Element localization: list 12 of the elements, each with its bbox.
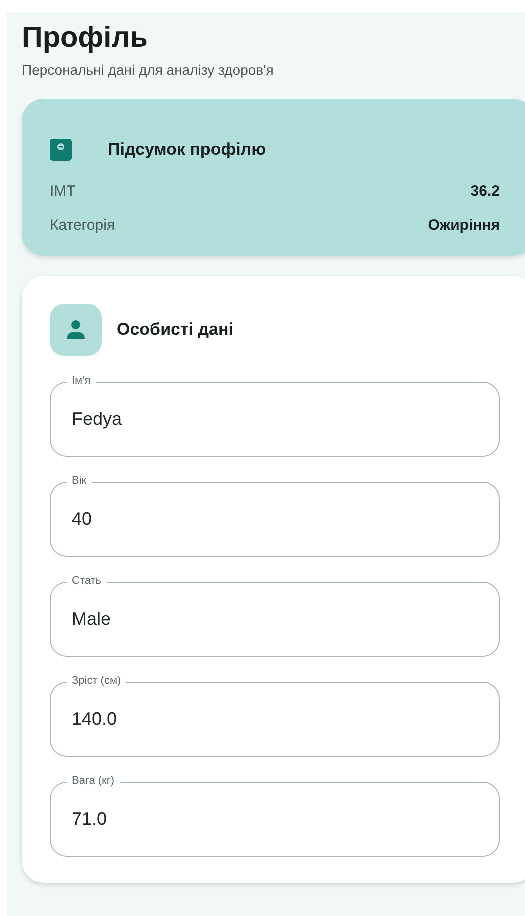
summary-value: Ожиріння xyxy=(428,217,500,234)
page-title: Профіль xyxy=(22,21,148,56)
summary-label: ІМТ xyxy=(50,183,76,200)
field-label: Зріст (см) xyxy=(67,675,126,688)
field-label: Вага (кг) xyxy=(67,775,120,788)
person-icon xyxy=(50,304,102,356)
summary-label: Категорія xyxy=(50,217,116,234)
summary-value: 36.2 xyxy=(470,183,500,200)
scale-icon xyxy=(50,139,72,161)
page-subtitle: Персональні дані для аналізу здоров'я xyxy=(22,62,274,78)
card-title: Підсумок профілю xyxy=(108,140,266,160)
card-title: Особисті дані xyxy=(117,320,234,340)
